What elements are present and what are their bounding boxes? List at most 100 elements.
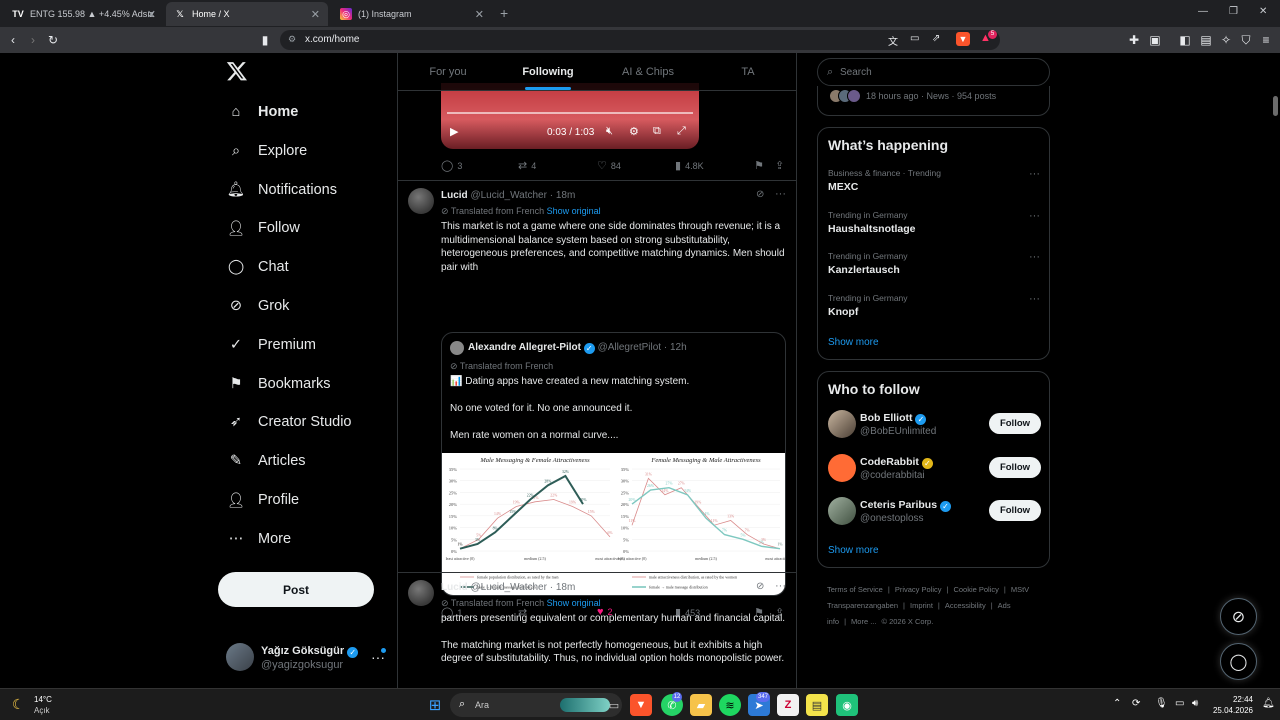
who-to-follow-item[interactable]: Bob Elliott ✓ @BobEUnlimited Follow <box>828 410 1041 440</box>
who-to-follow-item[interactable]: CodeRabbit ✓ @coderabbitai Follow <box>828 453 1041 484</box>
sidebar-toggle-icon[interactable]: ◧ <box>1177 32 1193 48</box>
nav-item-more[interactable]: ⋯ More <box>226 526 291 552</box>
app-icon[interactable]: ◉ <box>836 694 858 716</box>
taskbar-search[interactable]: ⌕ Ara <box>450 693 622 717</box>
news-card[interactable]: 18 hours ago · News · 954 posts <box>817 86 1050 116</box>
follow-button[interactable]: Follow <box>989 413 1041 434</box>
avatar[interactable] <box>828 410 856 438</box>
footer-link[interactable]: Privacy Policy <box>895 585 942 594</box>
nav-item-explore[interactable]: ⌕ Explore <box>226 138 307 164</box>
avatar[interactable] <box>828 453 856 482</box>
zotero-icon[interactable]: Z <box>777 694 799 716</box>
more-icon[interactable]: ··· <box>775 188 786 200</box>
avatar[interactable] <box>408 580 434 606</box>
more-icon[interactable]: ··· <box>1029 210 1040 222</box>
spotify-icon[interactable]: ≋ <box>719 694 741 716</box>
tab-for-you[interactable]: For you <box>398 53 498 90</box>
avatar[interactable] <box>828 497 856 525</box>
more-icon[interactable]: ··· <box>775 580 786 592</box>
more-icon[interactable]: ··· <box>1029 168 1040 180</box>
grok-icon[interactable]: ⊘ <box>756 581 764 592</box>
leo-icon[interactable]: ✧ <box>1218 32 1234 48</box>
nav-item-articles[interactable]: ✎ Articles <box>226 448 306 474</box>
fullscreen-icon[interactable]: ⤢ <box>677 125 686 138</box>
brave-icon[interactable]: ▼ <box>630 694 652 716</box>
tab-ai-chips[interactable]: AI & Chips <box>598 53 698 90</box>
cast-icon[interactable]: ▭ <box>910 33 919 44</box>
post[interactable]: Lucid @Lucid_Watcher · 18m ⊘ ··· ⊘ Trans… <box>398 580 796 688</box>
close-window-icon[interactable]: ✕ <box>1259 6 1267 17</box>
show-original-link[interactable]: Show original <box>547 598 601 608</box>
footer-link[interactable]: © 2026 X Corp. <box>881 617 933 626</box>
close-tab-icon[interactable]: ✕ <box>147 8 156 21</box>
more-icon[interactable]: ··· <box>1029 293 1040 305</box>
close-tab-icon[interactable]: ✕ <box>311 8 320 21</box>
notifications-icon[interactable]: 🔔︎ <box>1262 698 1275 709</box>
share-icon[interactable]: ⇗ <box>932 33 940 44</box>
pip-icon[interactable]: ⧉ <box>653 125 661 138</box>
site-info-icon[interactable]: ⚙ <box>288 34 296 45</box>
menu-icon[interactable]: ≡ <box>1258 32 1274 48</box>
nav-item-notifications[interactable]: 🔔︎ Notifications <box>226 177 337 203</box>
nav-item-creator-studio[interactable]: ➶ Creator Studio <box>226 409 352 435</box>
mute-icon[interactable]: 🔇︎ <box>606 125 613 138</box>
post-button[interactable]: Post <box>218 572 374 607</box>
volume-icon[interactable]: 🔊︎ <box>1192 698 1198 709</box>
reload-icon[interactable]: ↻ <box>45 32 61 48</box>
views-button[interactable]: ▮ 4.8K <box>675 159 704 172</box>
forward-icon[interactable]: › <box>25 32 41 48</box>
settings-icon[interactable]: ⚙ <box>629 125 639 138</box>
tab-following[interactable]: Following <box>498 53 598 90</box>
avatar[interactable] <box>408 188 434 214</box>
file-explorer-icon[interactable]: ▰ <box>690 694 712 716</box>
nav-item-follow[interactable]: 👤︎ Follow <box>226 215 300 241</box>
nav-item-chat[interactable]: ◯ Chat <box>226 254 289 280</box>
show-more-link[interactable]: Show more <box>828 545 879 556</box>
scrollbar-thumb[interactable] <box>1273 96 1278 116</box>
wallet-icon[interactable]: ▤ <box>1198 32 1214 48</box>
follow-button[interactable]: Follow <box>989 456 1041 478</box>
post[interactable]: Lucid @Lucid_Watcher · 18m ⊘ ··· ⊘ Trans… <box>398 188 796 619</box>
trend-item[interactable]: Trending in Germany Haushaltsnotlage ··· <box>828 210 1040 240</box>
repost-button[interactable]: ⇄ 4 <box>518 159 536 172</box>
address-bar[interactable]: ⚙ x.com/home 文 ▭ ⇗ ▼ ▲ 5 <box>280 30 1000 50</box>
nav-item-bookmarks[interactable]: ⚑ Bookmarks <box>226 371 331 397</box>
grok-icon[interactable]: ⊘ <box>756 189 764 200</box>
bookmark-button[interactable]: ⚑ <box>754 159 768 172</box>
new-tab-icon[interactable]: + <box>500 5 508 21</box>
video-progress-bar[interactable] <box>447 112 693 114</box>
minimize-icon[interactable]: — <box>1198 6 1208 17</box>
attractiveness-charts-image[interactable]: Male Messaging & Female Attractiveness 0%… <box>442 453 786 596</box>
play-icon[interactable]: ▶ <box>450 125 458 138</box>
notes-icon[interactable]: ▤ <box>806 694 828 716</box>
footer-link[interactable]: Accessibility <box>945 601 986 610</box>
show-original-link[interactable]: Show original <box>547 206 601 216</box>
extension-icon[interactable]: ▣ <box>1147 32 1163 48</box>
bookmark-page-icon[interactable]: ▮ <box>257 32 273 48</box>
follow-button[interactable]: Follow <box>989 500 1041 521</box>
reply-button[interactable]: ◯ 3 <box>441 159 462 172</box>
tab-ta[interactable]: TA <box>698 53 796 90</box>
microphone-icon[interactable]: 🎙︎ <box>1155 698 1168 709</box>
nav-item-home[interactable]: ⌂ Home <box>226 99 299 125</box>
scrollbar[interactable] <box>1270 53 1280 688</box>
nav-item-grok[interactable]: ⊘ Grok <box>226 293 290 319</box>
show-hidden-icons-icon[interactable]: ⌃ <box>1113 698 1121 709</box>
more-icon[interactable]: ··· <box>1029 251 1040 263</box>
messages-button[interactable]: ◯ <box>1220 643 1257 680</box>
browser-tab-instagram[interactable]: ◎ (1) Instagram ✕ <box>332 2 492 26</box>
translate-icon[interactable]: 文 <box>888 33 898 48</box>
windows-start-icon[interactable]: ⊞ <box>424 694 446 716</box>
brave-shield-icon[interactable]: ▼ <box>956 32 970 46</box>
footer-link[interactable]: Imprint <box>910 601 933 610</box>
restore-icon[interactable]: ❐ <box>1229 6 1238 17</box>
quoted-post[interactable]: Alexandre Allegret-Pilot ✓ @AllegretPilo… <box>441 332 786 596</box>
x-logo-icon[interactable] <box>226 60 248 82</box>
vpn-icon[interactable]: ⛉ <box>1238 32 1254 48</box>
nav-item-premium[interactable]: ✓ Premium <box>226 332 316 358</box>
back-icon[interactable]: ‹ <box>5 32 21 48</box>
network-icon[interactable]: ▭ <box>1175 698 1184 709</box>
who-to-follow-item[interactable]: Ceteris Paribus ✓ @onestoploss Follow <box>828 497 1041 527</box>
search-input[interactable]: ⌕ Search <box>817 58 1050 86</box>
browser-tab-x[interactable]: 𝕏 Home / X ✕ <box>166 2 328 26</box>
